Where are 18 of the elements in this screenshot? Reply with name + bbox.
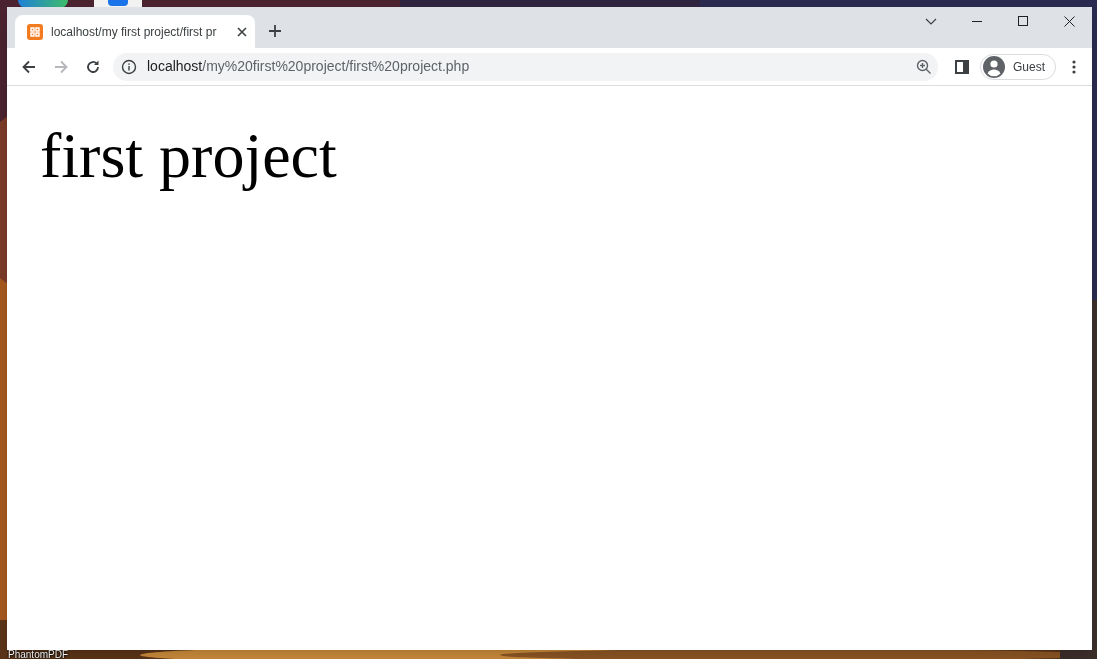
page-heading: first project xyxy=(40,120,338,192)
close-icon xyxy=(1063,15,1075,27)
info-icon[interactable] xyxy=(121,58,137,75)
close-icon[interactable] xyxy=(237,26,247,37)
side-panel-icon xyxy=(955,59,969,74)
browser-tab[interactable]: localhost/my first project/first pr xyxy=(15,15,255,48)
avatar-icon xyxy=(983,55,1005,78)
url-text: localhost/my%20first%20project/first%20project.php xyxy=(147,57,470,76)
desktop-icon-label: PhantomPDF xyxy=(8,650,69,659)
zoom-icon[interactable] xyxy=(916,58,932,75)
tab-title: localhost/my first project/first pr xyxy=(51,23,218,41)
favicon-icon xyxy=(27,23,43,40)
chevron-down-icon xyxy=(925,17,937,25)
maximize-icon xyxy=(1018,16,1028,26)
address-bar[interactable]: localhost/my%20first%20project/first%20project.php xyxy=(113,52,938,81)
minimize-icon xyxy=(972,20,982,22)
plus-icon xyxy=(268,24,282,38)
menu-icon xyxy=(1072,59,1076,74)
